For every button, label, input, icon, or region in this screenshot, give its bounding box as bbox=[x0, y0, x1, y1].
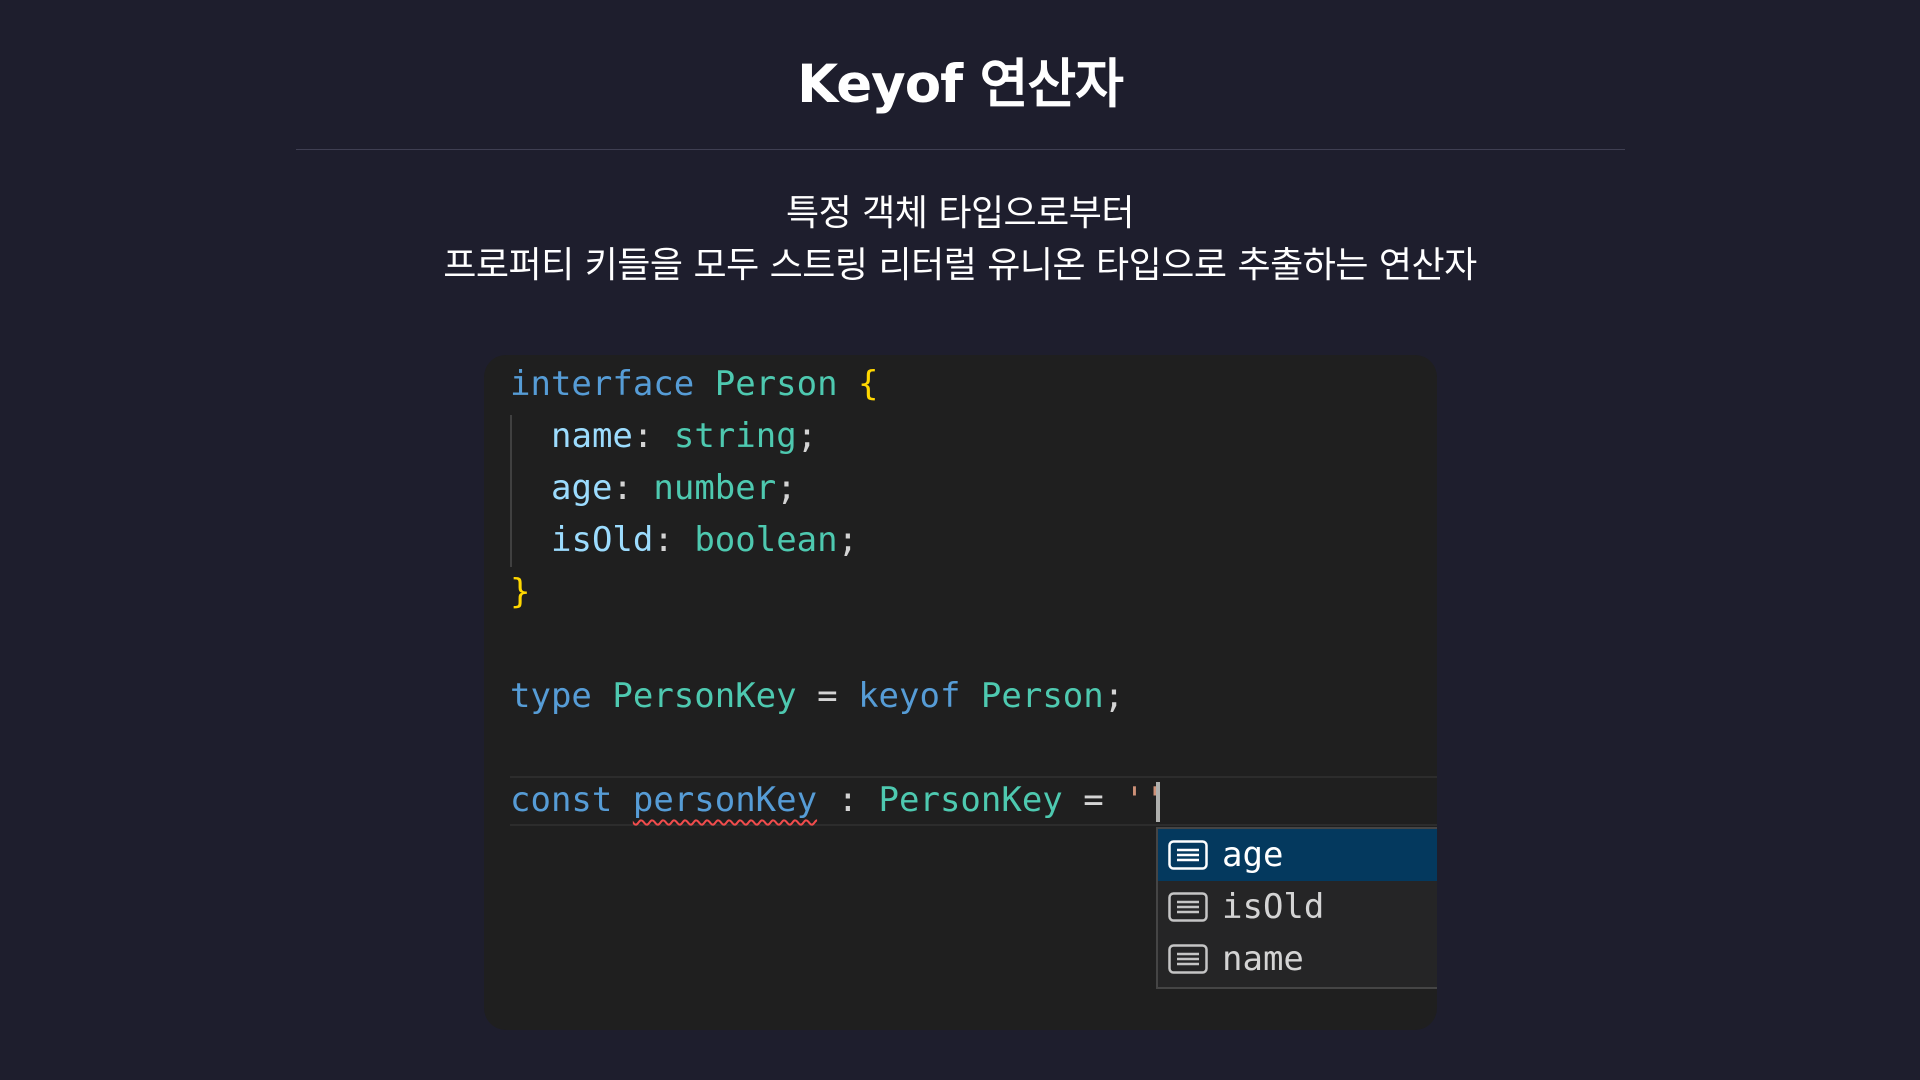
type-personkey-annotation: PersonKey bbox=[878, 780, 1063, 820]
keyword-const: const bbox=[510, 780, 613, 820]
open-brace: { bbox=[858, 364, 879, 404]
type-person: Person bbox=[714, 364, 838, 404]
variable-personkey[interactable]: personKey bbox=[633, 780, 817, 820]
field-icon bbox=[1168, 892, 1208, 922]
string-quote-close: ' bbox=[1144, 780, 1166, 820]
property-isold: isOld bbox=[551, 520, 654, 560]
keyword-interface: interface bbox=[510, 364, 695, 404]
code-line-4: isOld: boolean; bbox=[551, 520, 859, 560]
code-line-5: } bbox=[510, 572, 530, 612]
field-icon bbox=[1168, 840, 1208, 870]
subtitle-line-2: 프로퍼티 키들을 모두 스트링 리터럴 유니온 타입으로 추출하는 연산자 bbox=[443, 245, 1477, 286]
text-cursor bbox=[1156, 782, 1160, 822]
code-line-9[interactable]: const personKey : PersonKey = '' bbox=[510, 780, 1165, 820]
type-string: string bbox=[673, 416, 797, 456]
type-person-ref: Person bbox=[980, 676, 1104, 716]
code-line-7: type PersonKey = keyof Person; bbox=[510, 676, 1125, 716]
property-age: age bbox=[551, 468, 613, 508]
autocomplete-suggestions[interactable]: age isOld name bbox=[1156, 827, 1437, 989]
keyword-type: type bbox=[510, 676, 592, 716]
code-line-2: name: string; bbox=[551, 416, 818, 456]
suggestion-label: age bbox=[1222, 835, 1284, 875]
indent-guide bbox=[510, 415, 512, 567]
suggestion-item-isold[interactable]: isOld bbox=[1158, 881, 1437, 933]
title-divider bbox=[296, 149, 1625, 150]
type-number: number bbox=[653, 468, 777, 508]
field-icon bbox=[1168, 944, 1208, 974]
suggestion-label: name bbox=[1222, 939, 1304, 979]
keyword-keyof: keyof bbox=[858, 676, 961, 716]
suggestion-label: isOld bbox=[1222, 887, 1325, 927]
code-line-3: age: number; bbox=[551, 468, 797, 508]
code-line-1: interface Person { bbox=[510, 364, 879, 404]
suggestion-item-age[interactable]: age bbox=[1158, 829, 1437, 881]
property-name: name bbox=[551, 416, 633, 456]
code-editor[interactable]: interface Person { name: string; age: nu… bbox=[484, 355, 1437, 1030]
type-personkey: PersonKey bbox=[612, 676, 797, 716]
type-boolean: boolean bbox=[694, 520, 838, 560]
close-brace: } bbox=[510, 572, 531, 612]
suggestion-item-name[interactable]: name bbox=[1158, 933, 1437, 985]
subtitle-line-1: 특정 객체 타입으로부터 bbox=[785, 193, 1135, 234]
string-quote-open: ' bbox=[1124, 780, 1145, 820]
slide-title: Keyof 연산자 bbox=[797, 54, 1124, 115]
